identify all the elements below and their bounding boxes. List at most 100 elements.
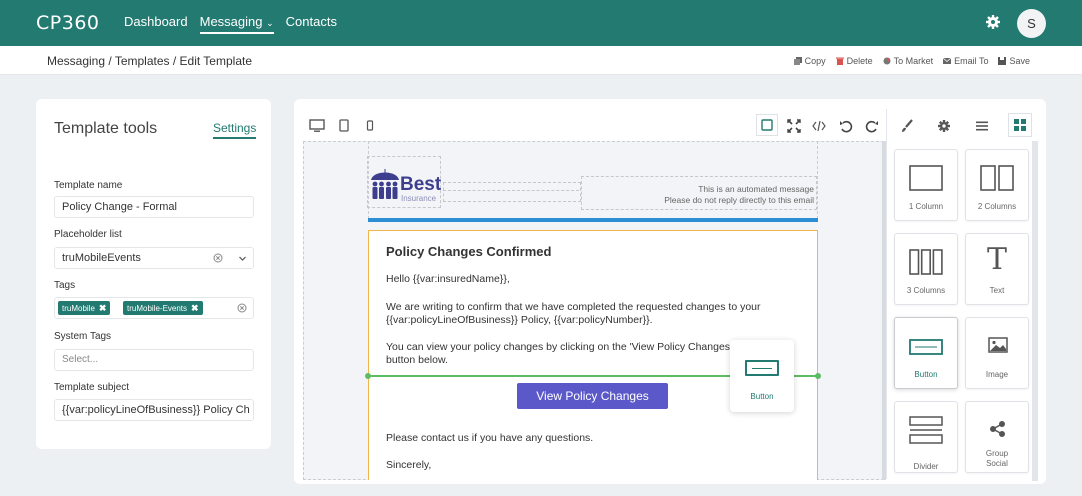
drag-ghost-button-block[interactable]: Button xyxy=(730,340,794,412)
system-tags-input[interactable]: Select... xyxy=(54,349,254,371)
block-label: Divider xyxy=(913,462,939,471)
email-heading[interactable]: Policy Changes Confirmed xyxy=(386,244,551,259)
layers-icon[interactable] xyxy=(975,119,989,133)
blocks-scrollbar[interactable] xyxy=(1032,141,1038,481)
placeholder-list-label: Placeholder list xyxy=(54,229,122,240)
block-text[interactable]: T Text xyxy=(965,233,1029,305)
email-greeting[interactable]: Hello {{var:insuredName}}, xyxy=(386,273,806,286)
template-actions: Copy Delete To Market Email To Save xyxy=(793,56,1030,66)
market-icon xyxy=(883,57,891,65)
spacer-block[interactable] xyxy=(443,182,581,202)
code-icon[interactable] xyxy=(812,119,826,133)
blocks-icon[interactable] xyxy=(1008,113,1032,137)
trash-icon xyxy=(835,57,844,65)
copy-button[interactable]: Copy xyxy=(793,56,826,66)
placeholder-list-value: truMobileEvents xyxy=(62,252,141,264)
outline-icon[interactable] xyxy=(756,114,778,136)
tablet-icon[interactable] xyxy=(337,119,351,133)
block-label: Text xyxy=(989,286,1005,295)
umbrella-family-logo-icon xyxy=(371,169,399,199)
email-icon xyxy=(943,57,952,64)
block-group-social[interactable]: Group Social xyxy=(965,401,1029,473)
drop-indicator-dot xyxy=(365,373,371,379)
main-nav: Dashboard Messaging ⌄ Contacts xyxy=(124,14,337,34)
save-label: Save xyxy=(1009,56,1030,66)
nav-dashboard[interactable]: Dashboard xyxy=(124,14,188,34)
button-block-icon xyxy=(745,360,779,376)
drag-ghost-label: Button xyxy=(750,392,774,401)
gear-icon[interactable] xyxy=(937,119,951,133)
to-market-button[interactable]: To Market xyxy=(883,56,934,66)
template-tools-panel: Template tools Settings Template name Po… xyxy=(36,99,271,449)
undo-icon[interactable] xyxy=(839,119,853,133)
delete-button[interactable]: Delete xyxy=(835,56,873,66)
tab-settings[interactable]: Settings xyxy=(213,121,257,139)
save-icon xyxy=(998,57,1007,65)
block-label: 1 Column xyxy=(908,202,944,211)
nav-messaging[interactable]: Messaging ⌄ xyxy=(199,14,274,34)
desktop-icon[interactable] xyxy=(309,119,325,133)
automated-message-line1: This is an automated message xyxy=(698,184,814,194)
mobile-icon[interactable] xyxy=(363,119,377,133)
template-subject-input[interactable]: {{var:policyLineOfBusiness}} Policy Ch xyxy=(54,399,254,421)
text-icon: T xyxy=(986,242,1007,277)
chevron-down-icon: ⌄ xyxy=(266,18,274,28)
brush-icon[interactable] xyxy=(900,119,914,133)
clear-icon[interactable] xyxy=(213,253,223,263)
panel-divider xyxy=(886,109,887,479)
block-1-column[interactable]: 1 Column xyxy=(894,149,958,221)
divider-icon xyxy=(909,416,943,444)
to-market-label: To Market xyxy=(893,56,934,66)
template-name-label: Template name xyxy=(54,180,123,191)
system-tags-label: System Tags xyxy=(54,331,112,342)
tag-label: truMobile xyxy=(62,303,95,313)
share-icon xyxy=(990,421,1005,437)
block-label: 3 Columns xyxy=(906,286,946,295)
tags-label: Tags xyxy=(54,280,76,291)
template-name-input[interactable]: Policy Change - Formal xyxy=(54,196,254,218)
placeholder-list-select[interactable]: truMobileEvents xyxy=(54,247,254,269)
chevron-down-icon[interactable] xyxy=(238,254,247,263)
logo-subtext: Insurance xyxy=(401,194,437,203)
close-icon[interactable]: ✖ xyxy=(191,303,199,314)
copy-icon xyxy=(793,57,802,65)
block-divider[interactable]: Divider xyxy=(894,401,958,473)
close-icon[interactable]: ✖ xyxy=(99,303,107,314)
one-column-icon xyxy=(909,165,943,191)
email-paragraph-1[interactable]: We are writing to confirm that we have c… xyxy=(386,301,806,327)
email-sign-off[interactable]: Sincerely, xyxy=(386,459,806,472)
top-nav: CP360 Dashboard Messaging ⌄ Contacts S xyxy=(0,0,1082,46)
delete-label: Delete xyxy=(846,56,873,66)
fullscreen-icon[interactable] xyxy=(787,119,801,133)
sub-header: Messaging / Templates / Edit Template Co… xyxy=(0,46,1082,75)
tags-input[interactable]: truMobile ✖ truMobile-Events ✖ xyxy=(54,297,254,319)
email-to-button[interactable]: Email To xyxy=(943,56,988,66)
automated-message-line2: Please do not reply directly to this ema… xyxy=(664,195,814,205)
template-subject-label: Template subject xyxy=(54,382,130,393)
email-paragraph-2[interactable]: You can view your policy changes by clic… xyxy=(386,341,741,367)
breadcrumb: Messaging / Templates / Edit Template xyxy=(47,54,252,68)
clear-icon[interactable] xyxy=(237,303,247,313)
tag-chip: truMobile ✖ xyxy=(58,301,111,315)
header-rule xyxy=(368,218,818,222)
brand-logo[interactable]: CP360 xyxy=(36,12,100,34)
nav-contacts[interactable]: Contacts xyxy=(286,14,337,34)
gear-icon[interactable] xyxy=(985,14,1001,30)
block-3-columns[interactable]: 3 Columns xyxy=(894,233,958,305)
tag-label: truMobile-Events xyxy=(127,303,188,313)
block-image[interactable]: Image xyxy=(965,317,1029,389)
block-2-columns[interactable]: 2 Columns xyxy=(965,149,1029,221)
copy-label: Copy xyxy=(804,56,826,66)
avatar[interactable]: S xyxy=(1017,9,1046,38)
email-contact-text[interactable]: Please contact us if you have any questi… xyxy=(386,432,806,445)
nav-messaging-label: Messaging xyxy=(199,14,263,29)
block-label: Button xyxy=(914,370,938,379)
block-label: Group Social xyxy=(985,449,1009,468)
redo-icon[interactable] xyxy=(865,119,879,133)
panel-title: Template tools xyxy=(54,120,158,137)
save-button[interactable]: Save xyxy=(998,56,1030,66)
button-block-icon xyxy=(909,339,943,355)
automated-message-block[interactable]: This is an automated message Please do n… xyxy=(581,176,817,210)
view-policy-changes-button[interactable]: View Policy Changes xyxy=(517,383,668,409)
block-button[interactable]: Button xyxy=(894,317,958,389)
